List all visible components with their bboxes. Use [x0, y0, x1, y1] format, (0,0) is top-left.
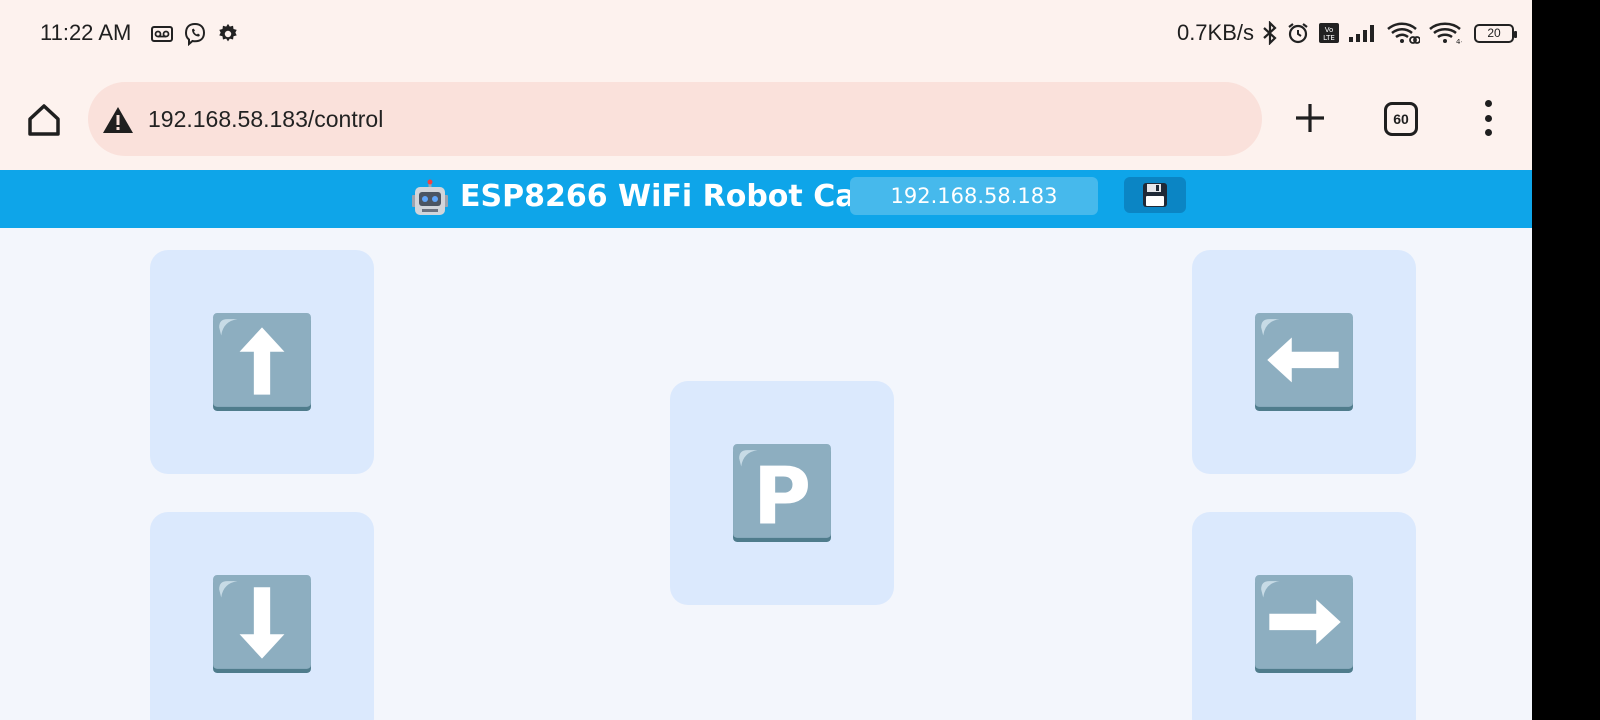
url-text[interactable]: 192.168.58.183/control [148, 106, 383, 133]
address-bar[interactable]: 192.168.58.183/control [88, 82, 1262, 156]
alarm-icon [1286, 21, 1310, 45]
screen-edge [1532, 0, 1600, 720]
tab-count-button[interactable]: 60 [1384, 102, 1418, 136]
web-page: ESP8266 WiFi Robot Car 192.168.58.183 P [0, 170, 1532, 720]
arrow-up-icon [213, 313, 311, 411]
gear-icon [217, 23, 239, 45]
wifi-link-icon [1386, 21, 1420, 45]
ip-address-input[interactable] [850, 177, 1098, 215]
app-header: ESP8266 WiFi Robot Car [0, 170, 1532, 228]
home-icon[interactable] [24, 100, 64, 140]
park-button[interactable]: P [670, 381, 894, 605]
viber-icon [183, 22, 207, 46]
status-time: 11:22 AM [40, 20, 132, 45]
svg-text:LTE: LTE [1323, 34, 1335, 42]
browser-toolbar: 192.168.58.183/control 60 [0, 70, 1532, 170]
arrow-left-icon [1255, 313, 1353, 411]
warning-icon[interactable] [102, 106, 134, 134]
bluetooth-icon [1262, 21, 1278, 45]
save-button[interactable] [1124, 177, 1186, 213]
arrow-right-icon [1255, 575, 1353, 673]
parking-icon: P [733, 444, 831, 543]
overflow-menu-icon[interactable] [1480, 100, 1496, 136]
voicemail-icon [151, 26, 173, 42]
svg-text:P: P [753, 450, 811, 543]
battery-icon: 20 [1474, 23, 1517, 43]
new-tab-icon[interactable] [1290, 98, 1330, 138]
arrow-down-icon [213, 575, 311, 673]
status-bar: 11:22 AM 0.7KB/s Vo LTE 4 20 [0, 0, 1532, 70]
forward-button[interactable] [150, 250, 374, 474]
robot-icon [410, 179, 450, 219]
network-speed: 0.7KB/s [1176, 20, 1254, 45]
volte-icon: Vo LTE [1318, 22, 1340, 44]
phone-screen: 11:22 AM 0.7KB/s Vo LTE 4 20 192.168.58.… [0, 0, 1532, 720]
right-button[interactable] [1192, 512, 1416, 720]
svg-text:4+: 4+ [1456, 38, 1462, 45]
wifi-icon: 4+ [1428, 21, 1462, 45]
floppy-disk-icon [1143, 183, 1167, 207]
page-title: ESP8266 WiFi Robot Car [460, 179, 871, 214]
signal-icon [1348, 23, 1378, 43]
backward-button[interactable] [150, 512, 374, 720]
svg-text:Vo: Vo [1325, 26, 1334, 34]
left-button[interactable] [1192, 250, 1416, 474]
